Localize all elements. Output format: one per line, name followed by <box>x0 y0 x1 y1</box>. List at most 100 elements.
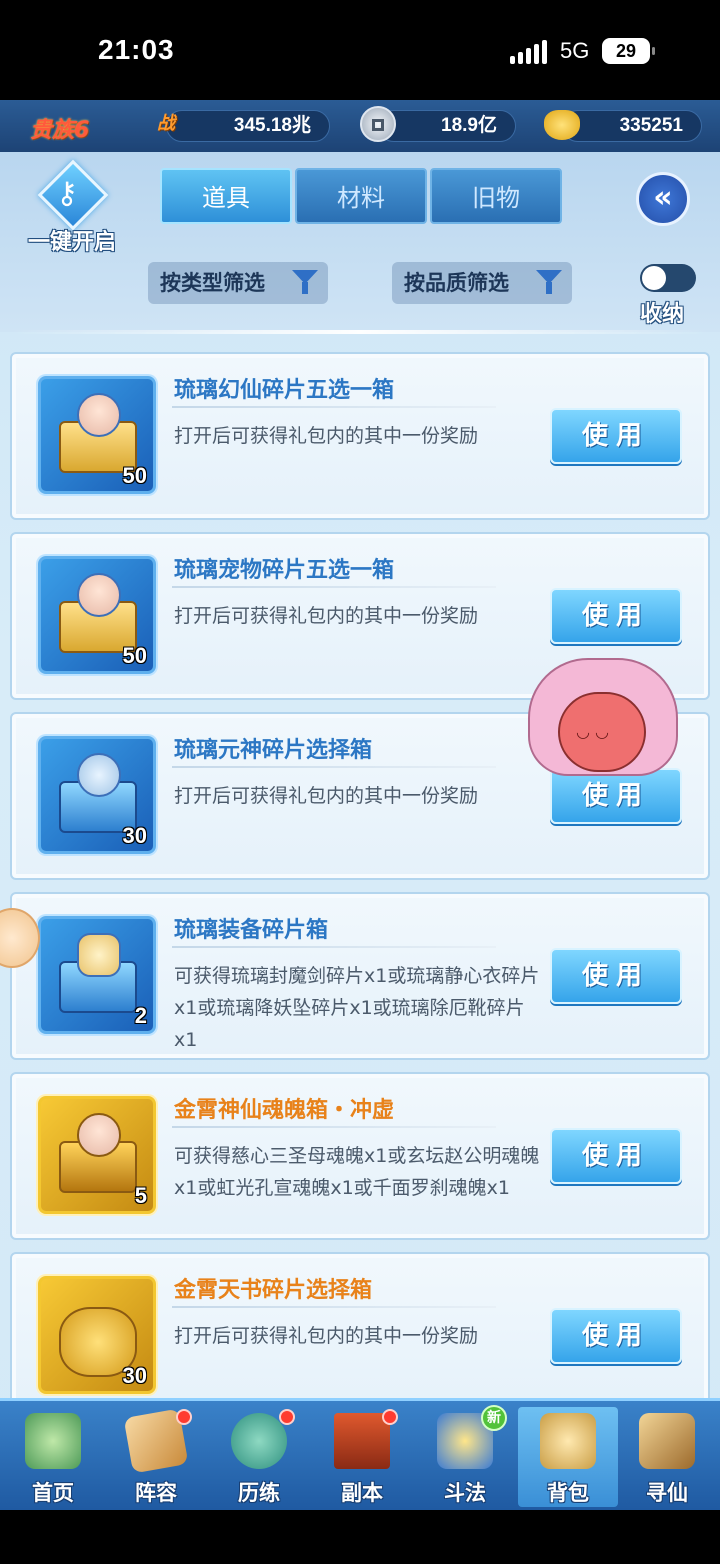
nav-label: 斗法 <box>444 1481 486 1505</box>
item-count: 50 <box>122 463 147 488</box>
nav-label: 历练 <box>238 1481 280 1505</box>
item-title: 琉璃幻仙碎片五选一箱 <box>174 378 395 403</box>
scroll-icon <box>639 1413 695 1469</box>
toggle-knob <box>642 266 666 290</box>
nav-training[interactable]: 历练 <box>209 1407 309 1507</box>
bottom-nav: 首页 阵容 历练 副本 新 斗法 背包 寻仙 <box>0 1398 720 1510</box>
filter-by-quality-button[interactable]: 按品质筛选 <box>392 262 572 304</box>
title-divider <box>172 766 496 768</box>
nav-bag[interactable]: 背包 <box>518 1407 618 1507</box>
nav-duel[interactable]: 新 斗法 <box>415 1405 515 1507</box>
item-card: 50 琉璃幻仙碎片五选一箱 打开后可获得礼包内的其中一份奖励 使用 <box>10 352 710 520</box>
nav-home[interactable]: 首页 <box>3 1407 103 1507</box>
item-card: 30 金霄天书碎片选择箱 打开后可获得礼包内的其中一份奖励 使用 <box>10 1252 710 1420</box>
equipment-icon <box>77 933 121 977</box>
tab-relics[interactable]: 旧物 <box>430 168 562 224</box>
gourd-icon <box>231 1413 287 1469</box>
item-count: 50 <box>122 643 147 668</box>
title-divider <box>172 1126 496 1128</box>
status-time: 21:03 <box>98 34 175 65</box>
tab-materials[interactable]: 材料 <box>295 168 427 224</box>
key-icon: ⚷ <box>56 176 78 211</box>
power-icon: 战 <box>157 113 175 134</box>
item-icon[interactable]: 50 <box>38 376 156 494</box>
use-button[interactable]: 使用 <box>550 408 682 464</box>
use-button[interactable]: 使用 <box>550 588 682 644</box>
item-description: 打开后可获得礼包内的其中一份奖励 <box>174 1325 479 1347</box>
item-title: 琉璃装备碎片箱 <box>174 918 329 943</box>
power-pill: 345.18兆 <box>166 110 330 142</box>
network-type: 5G <box>560 38 590 63</box>
one-click-open-label: 一键开启 <box>27 230 116 255</box>
nav-lineup[interactable]: 阵容 <box>106 1407 206 1507</box>
nav-dungeon[interactable]: 副本 <box>312 1407 412 1507</box>
gold-pill: 335251 <box>562 110 702 142</box>
item-description: 打开后可获得礼包内的其中一份奖励 <box>174 425 479 447</box>
item-icon[interactable]: 5 <box>38 1096 156 1214</box>
use-button[interactable]: 使用 <box>550 1128 682 1184</box>
game-screen: 贵族6 345.18兆 战 18.9亿 335251 ⚷ 一键开启 道具 材料 … <box>0 100 720 1510</box>
collapse-toggle[interactable] <box>640 264 696 292</box>
one-click-open-button[interactable]: ⚷ 一键开启 <box>22 159 122 260</box>
funnel-icon <box>292 270 318 294</box>
new-badge: 新 <box>481 1405 507 1431</box>
nav-label: 首页 <box>32 1481 74 1505</box>
gold-value: 335251 <box>619 115 683 136</box>
notification-dot <box>279 1409 295 1425</box>
item-icon[interactable]: 2 <box>38 916 156 1034</box>
sprite-eyes: ◡ ◡ <box>576 722 610 741</box>
bag-icon <box>540 1413 596 1469</box>
back-button[interactable]: « <box>636 172 690 226</box>
notification-dot <box>382 1409 398 1425</box>
nav-label: 背包 <box>547 1481 589 1505</box>
list-top-divider <box>10 330 710 334</box>
title-divider <box>172 1306 496 1308</box>
filter-by-type-button[interactable]: 按类型筛选 <box>148 262 328 304</box>
home-indicator-area <box>0 1510 720 1564</box>
item-title: 金霄天书碎片选择箱 <box>174 1278 373 1303</box>
item-count: 5 <box>134 1183 147 1208</box>
item-description: 打开后可获得礼包内的其中一份奖励 <box>174 605 479 627</box>
item-icon[interactable]: 50 <box>38 556 156 674</box>
silver-coin-icon <box>360 106 396 142</box>
nav-seek-immortal[interactable]: 寻仙 <box>617 1407 717 1507</box>
vip-rank[interactable]: 贵族6 <box>30 112 89 144</box>
gate-icon <box>334 1413 390 1469</box>
item-icon[interactable]: 30 <box>38 1276 156 1394</box>
funnel-icon <box>536 270 562 294</box>
status-bar: 21:03 5G 29 <box>0 0 720 100</box>
collapse-label: 收纳 <box>640 302 685 327</box>
item-card: 5 金霄神仙魂魄箱・冲虚 可获得慈心三圣母魂魄x1或玄坛赵公明魂魄x1或虹光孔宣… <box>10 1072 710 1240</box>
item-title: 琉璃宠物碎片五选一箱 <box>174 558 395 583</box>
title-divider <box>172 586 496 588</box>
floating-assistant-sprite[interactable]: ◡ ◡ <box>528 658 678 788</box>
nav-label: 副本 <box>341 1481 383 1505</box>
resource-bar: 贵族6 345.18兆 战 18.9亿 335251 <box>0 100 720 152</box>
item-count: 30 <box>122 823 147 848</box>
item-icon[interactable]: 30 <box>38 736 156 854</box>
item-title: 金霄神仙魂魄箱・冲虚 <box>174 1098 395 1123</box>
item-count: 2 <box>134 1003 147 1028</box>
battery-icon: 29 <box>602 38 655 64</box>
floating-island-icon <box>25 1413 81 1469</box>
nav-label: 寻仙 <box>646 1481 688 1505</box>
item-card: 2 琉璃装备碎片箱 可获得琉璃封魔剑碎片x1或琉璃静心衣碎片x1或琉璃降妖坠碎片… <box>10 892 710 1060</box>
silver-pill: 18.9亿 <box>378 110 516 142</box>
item-description: 打开后可获得礼包内的其中一份奖励 <box>174 785 479 807</box>
spirit-portrait-icon <box>77 753 121 797</box>
filter-by-quality-label: 按品质筛选 <box>404 271 509 295</box>
chevron-left-double-icon: « <box>653 180 673 215</box>
title-divider <box>172 406 496 408</box>
item-description: 可获得慈心三圣母魂魄x1或玄坛赵公明魂魄x1或虹光孔宣魂魄x1或千面罗刹魂魄x1 <box>174 1145 540 1199</box>
signal-icon <box>510 40 547 64</box>
use-button[interactable]: 使用 <box>550 1308 682 1364</box>
filter-by-type-label: 按类型筛选 <box>160 271 265 295</box>
tab-items[interactable]: 道具 <box>160 168 292 224</box>
power-value: 345.18兆 <box>233 115 311 136</box>
item-count: 30 <box>122 1363 147 1388</box>
pet-portrait-icon <box>77 573 121 617</box>
silver-value: 18.9亿 <box>441 115 497 136</box>
notification-dot <box>176 1409 192 1425</box>
nav-label: 阵容 <box>135 1481 177 1505</box>
use-button[interactable]: 使用 <box>550 948 682 1004</box>
